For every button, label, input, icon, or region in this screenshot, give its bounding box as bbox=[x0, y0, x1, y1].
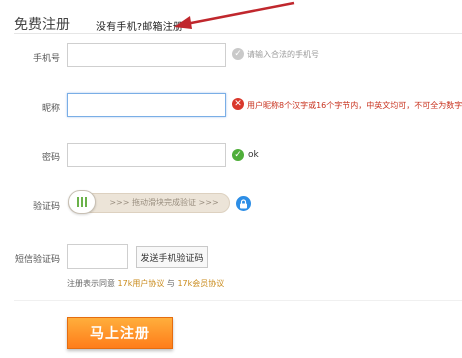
error-icon: ✕ bbox=[232, 98, 244, 110]
captcha-slider-handle[interactable] bbox=[68, 190, 96, 214]
phone-hint: 请输入合法的手机号 bbox=[247, 50, 319, 59]
send-sms-button[interactable]: 发送手机验证码 bbox=[136, 246, 208, 268]
captcha-slider-text: >>> 拖动滑块完成验证 >>> bbox=[109, 198, 219, 207]
lock-icon bbox=[236, 196, 251, 211]
user-agreement-link[interactable]: 17k用户协议 bbox=[118, 279, 165, 288]
captcha-label: 验证码 bbox=[32, 202, 60, 212]
agreement-joiner: 与 bbox=[166, 279, 175, 288]
annotation-arrow bbox=[174, 1, 295, 29]
sms-code-input[interactable] bbox=[67, 244, 128, 269]
divider bbox=[14, 33, 462, 34]
phone-label: 手机号 bbox=[32, 54, 60, 64]
phone-input[interactable] bbox=[67, 43, 226, 67]
member-agreement-link[interactable]: 17k会员协议 bbox=[177, 279, 224, 288]
divider bbox=[14, 300, 462, 301]
ok-icon: ✓ bbox=[232, 149, 244, 161]
nickname-label: 昵称 bbox=[41, 104, 60, 114]
agreement-text: 注册表示同意 17k用户协议 与 17k会员协议 bbox=[67, 278, 224, 289]
password-input[interactable] bbox=[67, 143, 226, 167]
register-submit-button[interactable]: 马上注册 bbox=[67, 317, 173, 349]
nickname-error: 用户昵称8个汉字或16个字节内，中英文均可，不可全为数字 bbox=[247, 101, 462, 110]
password-label: 密码 bbox=[41, 153, 60, 163]
password-ok-text: ok bbox=[248, 150, 259, 160]
check-icon: ✓ bbox=[232, 48, 244, 60]
sms-code-label: 短信验证码 bbox=[14, 255, 60, 265]
nickname-input[interactable] bbox=[67, 93, 226, 117]
page-title: 免费注册 bbox=[14, 17, 70, 33]
agreement-prefix: 注册表示同意 bbox=[67, 279, 115, 288]
